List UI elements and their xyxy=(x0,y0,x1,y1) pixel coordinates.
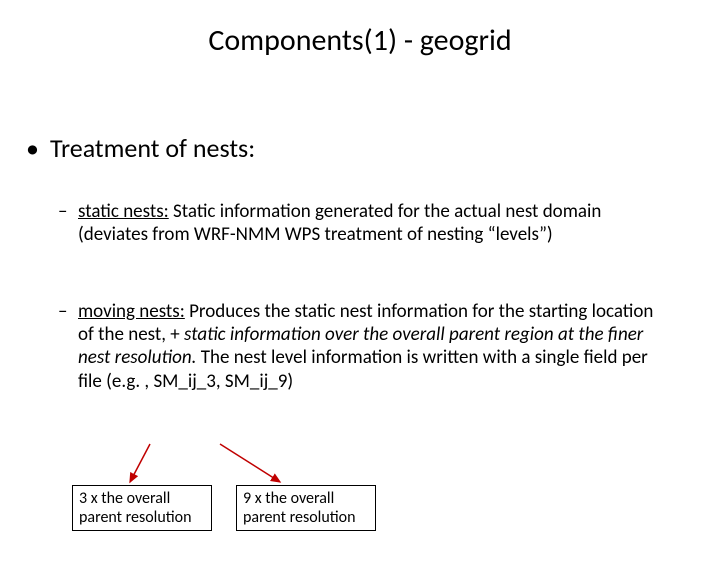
dash-icon: – xyxy=(58,200,67,223)
moving-label: moving nests: xyxy=(78,300,185,323)
page-title: Components(1) - geogrid xyxy=(0,22,720,59)
static-label: static nests: xyxy=(78,200,169,223)
bullet-dot: • xyxy=(26,132,50,164)
callout-box-9x: 9 x the overall parent resolution xyxy=(236,485,376,531)
sub-bullet-moving: – moving nests: Produces the static nest… xyxy=(78,300,668,393)
callout-box-3x: 3 x the overall parent resolution xyxy=(72,485,212,531)
bullet-text: Treatment of nests: xyxy=(50,132,255,164)
bullet-treatment: •Treatment of nests: xyxy=(26,132,255,164)
dash-icon: – xyxy=(58,300,67,323)
sub-bullet-static: – static nests: Static information gener… xyxy=(78,200,648,246)
